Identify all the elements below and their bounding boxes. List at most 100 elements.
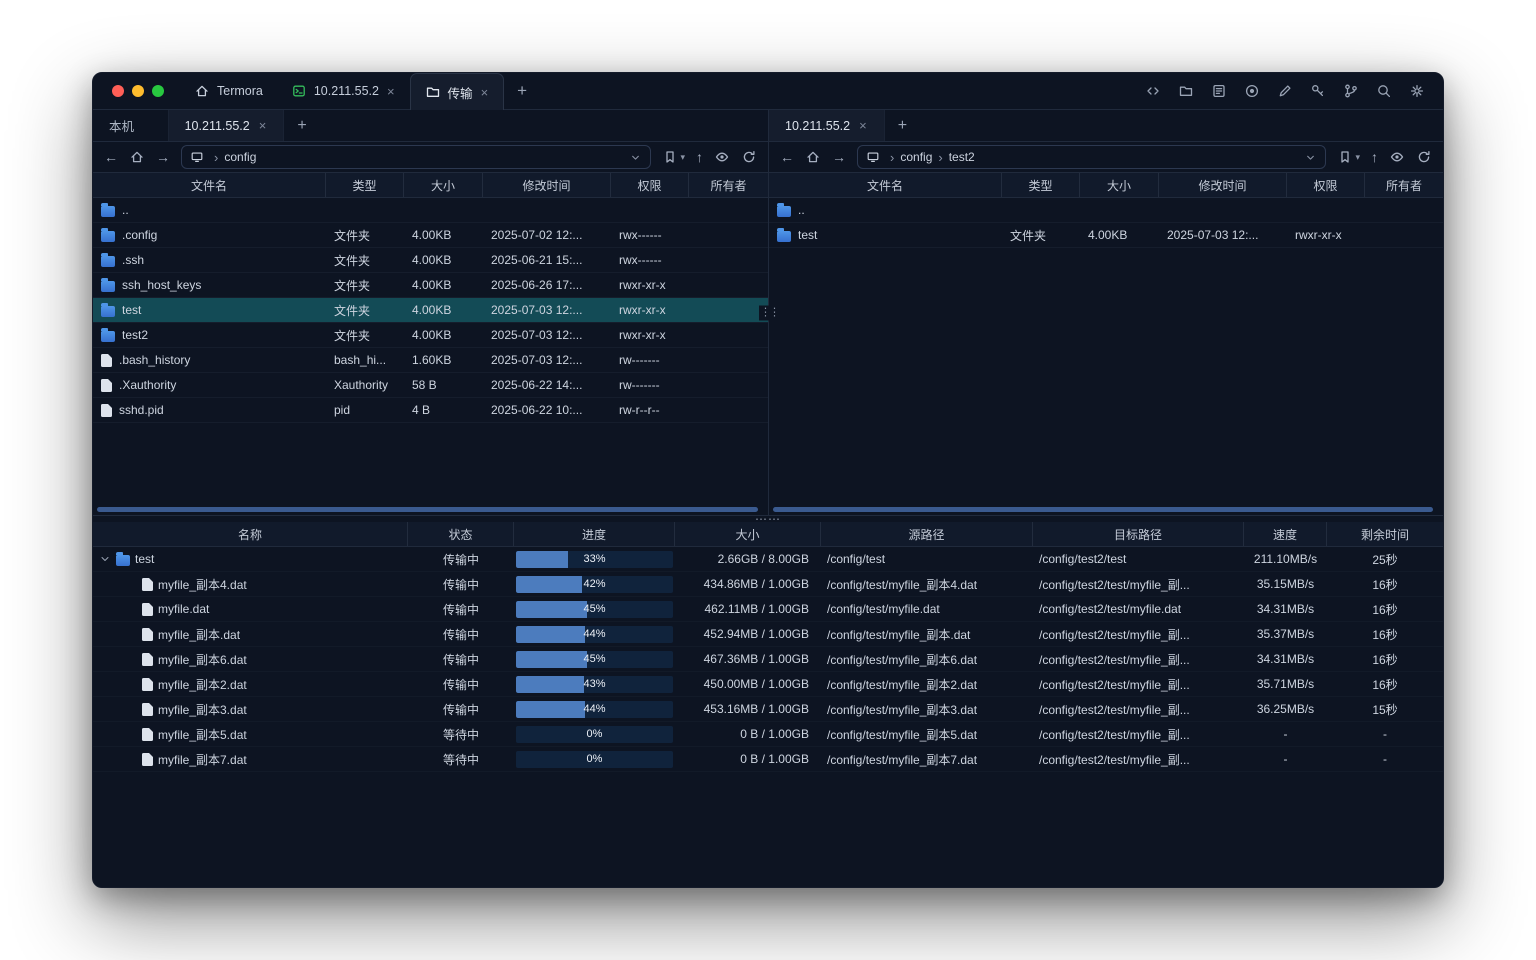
file-type-icon [101, 281, 115, 292]
column-header[interactable]: 所有者 [1365, 173, 1443, 197]
close-tab-icon[interactable]: × [858, 119, 868, 132]
path-segment[interactable]: › config [884, 150, 932, 165]
transfer-row[interactable]: myfile_副本4.dat 传输中 42% 434.86MB / 1.00GB… [93, 572, 1443, 597]
folder-icon[interactable] [1178, 83, 1194, 99]
column-header[interactable]: 权限 [611, 173, 689, 197]
log-icon[interactable] [1211, 83, 1227, 99]
home-button[interactable] [129, 149, 145, 165]
code-icon[interactable] [1145, 83, 1161, 99]
transfer-speed: 211.10MB/s [1244, 552, 1327, 566]
file-row[interactable]: test 文件夹 4.00KB 2025-07-03 12:... rwxr-x… [93, 298, 768, 323]
close-tab-icon[interactable]: × [258, 119, 268, 132]
column-header[interactable]: 文件名 [93, 173, 326, 197]
file-name: test [798, 228, 817, 242]
pane-tab[interactable]: 10.211.55.2 × [769, 110, 885, 141]
path-bar[interactable]: › config › test2 [857, 145, 1326, 169]
new-tab-button[interactable]: + [504, 73, 540, 109]
horizontal-scrollbar[interactable] [97, 507, 758, 512]
file-row[interactable]: ssh_host_keys 文件夹 4.00KB 2025-06-26 17:.… [93, 273, 768, 298]
back-button[interactable]: ← [780, 150, 794, 164]
forward-button[interactable]: → [156, 150, 170, 164]
path-bar[interactable]: › config [181, 145, 651, 169]
record-icon[interactable] [1244, 83, 1260, 99]
column-header[interactable]: 状态 [408, 522, 514, 546]
file-row[interactable]: test2 文件夹 4.00KB 2025-07-03 12:... rwxr-… [93, 323, 768, 348]
column-header[interactable]: 进度 [514, 522, 675, 546]
column-header[interactable]: 目标路径 [1033, 522, 1244, 546]
transfer-row[interactable]: myfile.dat 传输中 45% 462.11MB / 1.00GB /co… [93, 597, 1443, 622]
app-tab-label: 传输 [448, 83, 473, 102]
transfer-row[interactable]: myfile_副本.dat 传输中 44% 452.94MB / 1.00GB … [93, 622, 1443, 647]
column-header[interactable]: 大小 [404, 173, 483, 197]
column-header[interactable]: 文件名 [769, 173, 1002, 197]
left-file-pane: 本机 × 10.211.55.2 × + ← → [93, 110, 769, 515]
column-header[interactable]: 大小 [1080, 173, 1159, 197]
column-header[interactable]: 修改时间 [1159, 173, 1287, 197]
column-header[interactable]: 剩余时间 [1327, 522, 1443, 546]
new-pane-tab-button[interactable]: + [885, 110, 920, 141]
path-dropdown-icon[interactable] [629, 151, 642, 164]
home-button[interactable] [805, 149, 821, 165]
forward-button[interactable]: → [832, 150, 846, 164]
toggle-hidden-eye-icon[interactable] [1389, 149, 1405, 165]
column-header[interactable]: 大小 [675, 522, 821, 546]
column-header[interactable]: 修改时间 [483, 173, 611, 197]
parent-directory-button[interactable]: ↑ [1371, 150, 1378, 164]
branch-icon[interactable] [1343, 83, 1359, 99]
column-header[interactable]: 所有者 [689, 173, 768, 197]
column-header[interactable]: 类型 [326, 173, 404, 197]
refresh-button[interactable] [1416, 149, 1432, 165]
settings-gear-icon[interactable] [1409, 83, 1425, 99]
file-row[interactable]: .. [769, 198, 1443, 223]
bookmark-button[interactable]: ▾ [1337, 149, 1360, 165]
app-tab-termora[interactable]: Termora [180, 73, 277, 109]
path-segment[interactable]: › test2 [932, 150, 974, 165]
edit-icon[interactable] [1277, 83, 1293, 99]
column-header[interactable]: 权限 [1287, 173, 1365, 197]
column-header[interactable]: 名称 [93, 522, 408, 546]
transfer-size: 450.00MB / 1.00GB [675, 677, 821, 691]
path-segment[interactable]: › config [208, 150, 256, 165]
refresh-button[interactable] [741, 149, 757, 165]
transfer-row[interactable]: myfile_副本3.dat 传输中 44% 453.16MB / 1.00GB… [93, 697, 1443, 722]
maximize-window-button[interactable] [152, 85, 164, 97]
file-row[interactable]: .. [93, 198, 768, 223]
close-window-button[interactable] [112, 85, 124, 97]
file-row[interactable]: .ssh 文件夹 4.00KB 2025-06-21 15:... rwx---… [93, 248, 768, 273]
vertical-splitter-handle[interactable]: ⋮⋮ [759, 305, 779, 320]
minimize-window-button[interactable] [132, 85, 144, 97]
toggle-hidden-eye-icon[interactable] [714, 149, 730, 165]
path-dropdown-icon[interactable] [1304, 151, 1317, 164]
back-button[interactable]: ← [104, 150, 118, 164]
app-tab-host[interactable]: 10.211.55.2 × [277, 73, 410, 109]
bookmark-button[interactable]: ▾ [662, 149, 685, 165]
search-icon[interactable] [1376, 83, 1392, 99]
transfer-row[interactable]: myfile_副本7.dat 等待中 0% 0 B / 1.00GB /conf… [93, 747, 1443, 772]
transfer-row[interactable]: myfile_副本6.dat 传输中 45% 467.36MB / 1.00GB… [93, 647, 1443, 672]
close-tab-icon[interactable]: × [386, 85, 396, 98]
pane-tab[interactable]: 10.211.55.2 × [169, 110, 285, 141]
expand-chevron-icon[interactable] [99, 553, 111, 565]
parent-directory-button[interactable]: ↑ [696, 150, 703, 164]
horizontal-splitter[interactable]: ⋯⋯ [93, 516, 1443, 522]
column-header[interactable]: 源路径 [821, 522, 1033, 546]
app-tab-transfer[interactable]: 传输 × [410, 73, 505, 110]
file-type: 文件夹 [1002, 227, 1080, 244]
horizontal-scrollbar[interactable] [773, 507, 1433, 512]
file-row[interactable]: .Xauthority Xauthority 58 B 2025-06-22 1… [93, 373, 768, 398]
bookmark-dropdown-icon[interactable]: ▾ [680, 153, 685, 162]
file-row[interactable]: test 文件夹 4.00KB 2025-07-03 12:... rwxr-x… [769, 223, 1443, 248]
file-row[interactable]: sshd.pid pid 4 B 2025-06-22 10:... rw-r-… [93, 398, 768, 423]
column-header[interactable]: 类型 [1002, 173, 1080, 197]
transfer-row[interactable]: myfile_副本2.dat 传输中 43% 450.00MB / 1.00GB… [93, 672, 1443, 697]
file-row[interactable]: .bash_history bash_hi... 1.60KB 2025-07-… [93, 348, 768, 373]
file-row[interactable]: .config 文件夹 4.00KB 2025-07-02 12:... rwx… [93, 223, 768, 248]
new-pane-tab-button[interactable]: + [284, 110, 319, 141]
column-header[interactable]: 速度 [1244, 522, 1327, 546]
bookmark-dropdown-icon[interactable]: ▾ [1355, 153, 1360, 162]
pane-tab[interactable]: 本机 × [93, 110, 169, 141]
transfer-row[interactable]: test 传输中 33% 2.66GB / 8.00GB /config/tes… [93, 547, 1443, 572]
key-icon[interactable] [1310, 83, 1326, 99]
transfer-row[interactable]: myfile_副本5.dat 等待中 0% 0 B / 1.00GB /conf… [93, 722, 1443, 747]
close-tab-icon[interactable]: × [480, 86, 490, 99]
